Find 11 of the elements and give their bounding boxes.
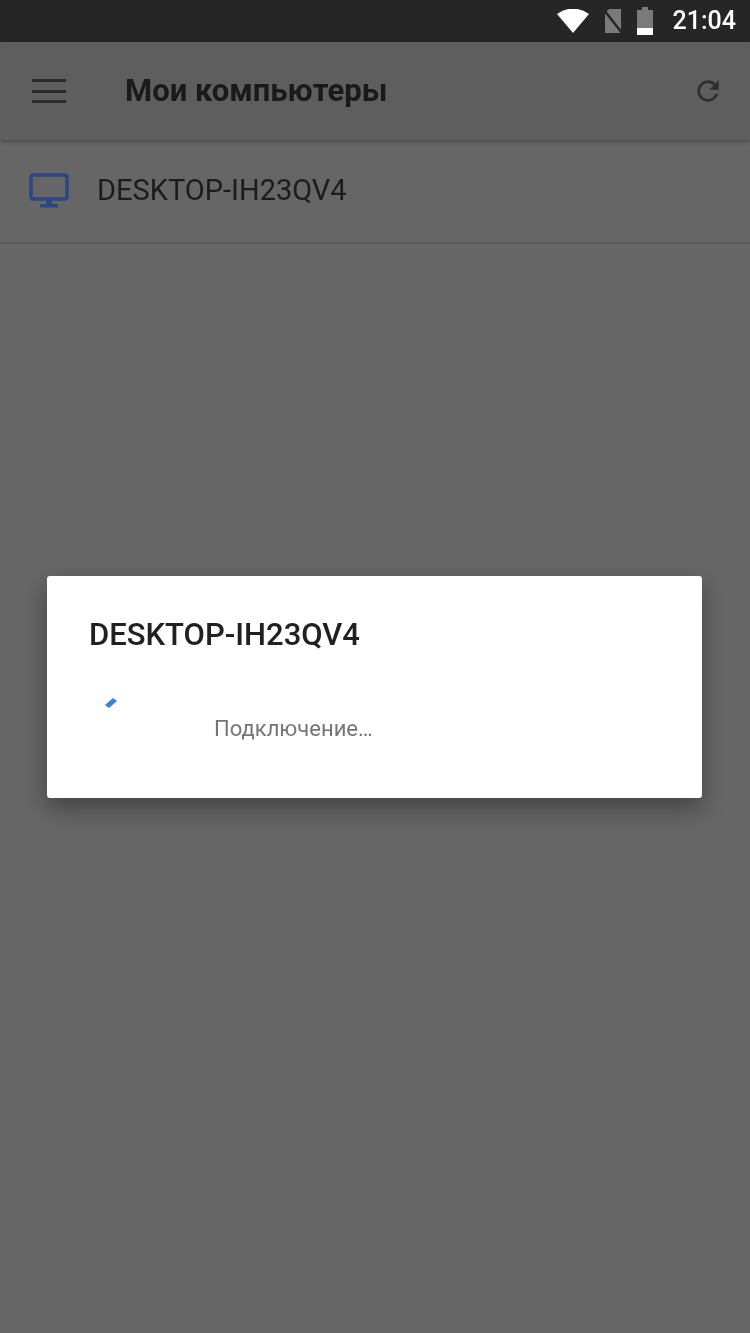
no-sim-icon — [602, 8, 623, 34]
battery-icon — [636, 7, 653, 35]
loading-spinner-icon — [104, 697, 118, 709]
status-time: 21:04 — [672, 5, 736, 38]
computer-name[interactable]: DESKTOP-IH23QV4 — [97, 169, 347, 213]
wifi-icon — [556, 9, 589, 33]
monitor-icon — [29, 173, 69, 209]
connecting-message: Подключение… — [214, 715, 373, 743]
app-title: Мои компьютеры — [125, 70, 388, 111]
dialog-title: DESKTOP-IH23QV4 — [89, 615, 360, 655]
menu-button[interactable] — [32, 79, 66, 103]
